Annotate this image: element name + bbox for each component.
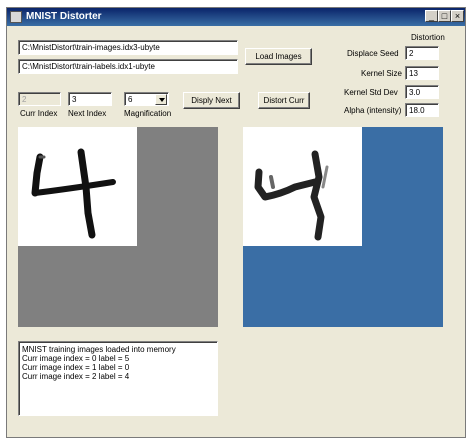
maximize-button[interactable]: □: [438, 10, 451, 22]
app-icon: [10, 11, 22, 23]
log-line: Curr image index = 1 label = 0: [22, 363, 130, 372]
digit-four-original-icon: [31, 148, 116, 239]
digit-four-distorted-icon: [254, 150, 329, 241]
distortion-heading: Distortion: [411, 33, 445, 42]
original-image-panel: [18, 127, 218, 327]
alpha-field[interactable]: 18.0: [405, 103, 439, 117]
chevron-down-icon[interactable]: [155, 94, 167, 105]
kernel-std-dev-field[interactable]: 3.0: [405, 85, 439, 99]
log-line: Curr image index = 2 label = 4: [22, 372, 130, 381]
images-path-field[interactable]: C:\MnistDistort\train-images.idx3-ubyte: [18, 40, 238, 55]
labels-path-field[interactable]: C:\MnistDistort\train-labels.idx1-ubyte: [18, 59, 238, 74]
magnification-select[interactable]: 6: [124, 92, 169, 106]
display-next-button[interactable]: Disply Next: [183, 92, 240, 109]
displace-seed-label: Displace Seed: [347, 49, 399, 58]
distorted-digit-image: [243, 127, 362, 246]
kernel-size-label: Kernel Size: [361, 69, 402, 78]
displace-seed-field[interactable]: 2: [405, 46, 439, 60]
next-index-label: Next Index: [68, 109, 107, 118]
close-button[interactable]: ×: [451, 10, 464, 22]
original-digit-image: [18, 127, 137, 246]
distorted-image-panel: [243, 127, 443, 327]
curr-index-field: 2: [18, 92, 61, 106]
curr-index-label: Curr Index: [20, 109, 58, 118]
title-bar[interactable]: MNIST Distorter _ □ ×: [7, 8, 465, 26]
kernel-size-field[interactable]: 13: [405, 66, 439, 80]
log-line: MNIST training images loaded into memory: [22, 345, 176, 354]
window-title: MNIST Distorter: [26, 11, 102, 22]
magnification-label: Magnification: [124, 109, 172, 118]
main-window: MNIST Distorter _ □ × C:\MnistDistort\tr…: [6, 7, 466, 438]
status-log[interactable]: MNIST training images loaded into memory…: [18, 341, 218, 416]
alpha-label: Alpha (intensity): [344, 106, 402, 115]
distort-curr-button[interactable]: Distort Curr: [258, 92, 310, 109]
kernel-std-dev-label: Kernel Std Dev: [344, 88, 398, 97]
next-index-field[interactable]: 3: [68, 92, 112, 106]
load-images-button[interactable]: Load Images: [245, 48, 312, 65]
magnification-value: 6: [128, 95, 133, 104]
log-line: Curr image index = 0 label = 5: [22, 354, 130, 363]
minimize-button[interactable]: _: [425, 10, 438, 22]
